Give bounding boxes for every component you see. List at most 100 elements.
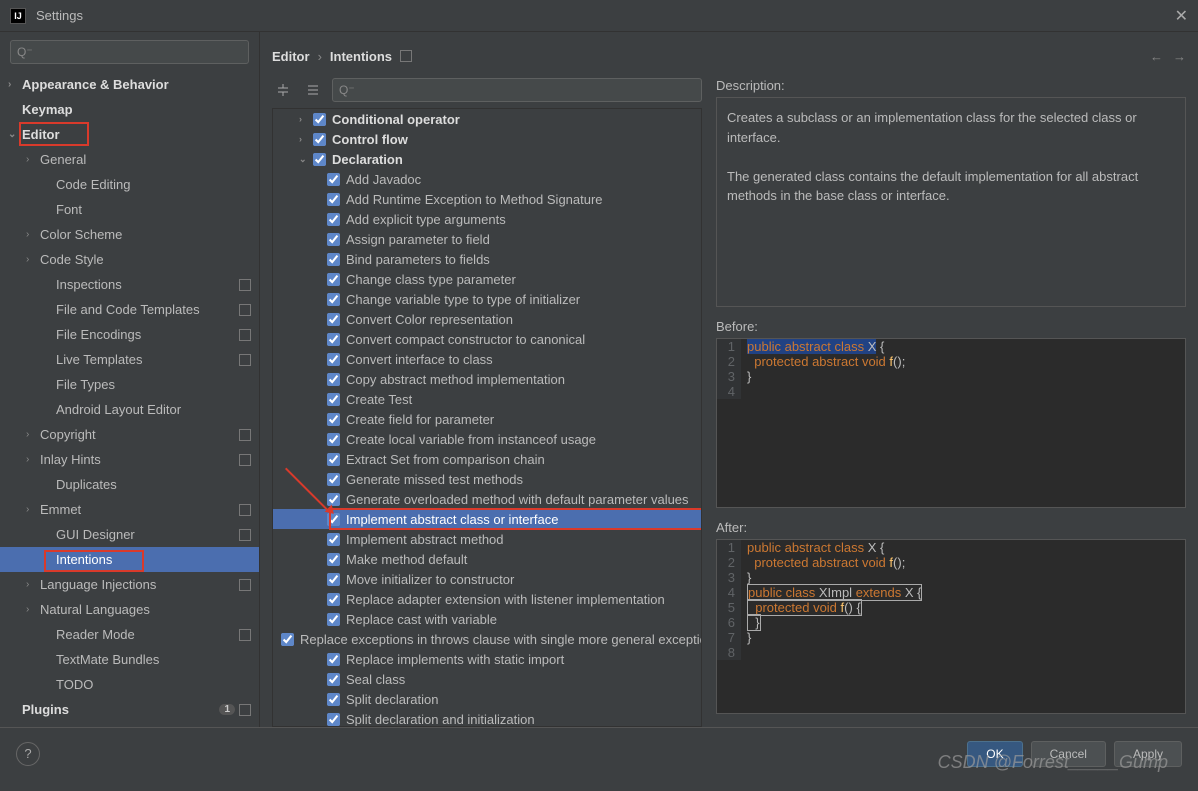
intention-checkbox[interactable] xyxy=(327,573,340,586)
intention-item[interactable]: Assign parameter to field xyxy=(273,229,701,249)
group-checkbox[interactable] xyxy=(313,133,326,146)
intention-item[interactable]: Implement abstract method xyxy=(273,529,701,549)
intention-item[interactable]: Change class type parameter xyxy=(273,269,701,289)
intention-checkbox[interactable] xyxy=(327,593,340,606)
intention-item[interactable]: Change variable type to type of initiali… xyxy=(273,289,701,309)
intention-checkbox[interactable] xyxy=(327,673,340,686)
intention-group[interactable]: ›Conditional operator xyxy=(273,109,701,129)
intention-checkbox[interactable] xyxy=(327,533,340,546)
intention-item[interactable]: Create field for parameter xyxy=(273,409,701,429)
intention-checkbox[interactable] xyxy=(327,693,340,706)
intention-group[interactable]: ⌄Declaration xyxy=(273,149,701,169)
intention-item[interactable]: Replace implements with static import xyxy=(273,649,701,669)
sidebar-item-intentions[interactable]: Intentions xyxy=(0,547,259,572)
intention-checkbox[interactable] xyxy=(327,453,340,466)
intention-item[interactable]: Split declaration and initialization xyxy=(273,709,701,727)
sidebar-item-todo[interactable]: TODO xyxy=(0,672,259,697)
intention-item[interactable]: Replace cast with variable xyxy=(273,609,701,629)
intention-item[interactable]: Convert interface to class xyxy=(273,349,701,369)
intention-checkbox[interactable] xyxy=(327,173,340,186)
close-icon[interactable]: ✕ xyxy=(1175,6,1188,26)
sidebar-item-file-encodings[interactable]: File Encodings xyxy=(0,322,259,347)
sidebar-item-inlay-hints[interactable]: ›Inlay Hints xyxy=(0,447,259,472)
sidebar-item-font[interactable]: Font xyxy=(0,197,259,222)
intention-checkbox[interactable] xyxy=(327,373,340,386)
sidebar-item-color-scheme[interactable]: ›Color Scheme xyxy=(0,222,259,247)
intention-item[interactable]: Replace exceptions in throws clause with… xyxy=(273,629,701,649)
intention-item[interactable]: Implement abstract class or interface xyxy=(273,509,701,529)
intention-item[interactable]: Generate overloaded method with default … xyxy=(273,489,701,509)
sidebar-item-file-types[interactable]: File Types xyxy=(0,372,259,397)
intention-item[interactable]: Move initializer to constructor xyxy=(273,569,701,589)
intention-item[interactable]: Make method default xyxy=(273,549,701,569)
settings-tree[interactable]: ›Appearance & BehaviorKeymap⌄Editor›Gene… xyxy=(0,72,259,727)
intention-checkbox[interactable] xyxy=(327,433,340,446)
sidebar-item-android-layout-editor[interactable]: Android Layout Editor xyxy=(0,397,259,422)
ok-button[interactable]: OK xyxy=(967,741,1022,767)
intention-group[interactable]: ›Control flow xyxy=(273,129,701,149)
intention-checkbox[interactable] xyxy=(327,273,340,286)
help-button[interactable]: ? xyxy=(16,742,40,766)
intention-checkbox[interactable] xyxy=(281,633,294,646)
intention-checkbox[interactable] xyxy=(327,613,340,626)
intention-checkbox[interactable] xyxy=(327,413,340,426)
back-icon[interactable]: ← xyxy=(1150,49,1163,64)
sidebar-item-language-injections[interactable]: ›Language Injections xyxy=(0,572,259,597)
sidebar-search-input[interactable] xyxy=(37,45,242,59)
sidebar-item-copyright[interactable]: ›Copyright xyxy=(0,422,259,447)
sidebar-item-emmet[interactable]: ›Emmet xyxy=(0,497,259,522)
intention-checkbox[interactable] xyxy=(327,333,340,346)
sidebar-item-inspections[interactable]: Inspections xyxy=(0,272,259,297)
intention-checkbox[interactable] xyxy=(327,493,340,506)
sidebar-search[interactable]: Q⁻ xyxy=(10,40,249,64)
intention-item[interactable]: Convert compact constructor to canonical xyxy=(273,329,701,349)
forward-icon[interactable]: → xyxy=(1173,49,1186,64)
intention-checkbox[interactable] xyxy=(327,353,340,366)
sidebar-item-textmate-bundles[interactable]: TextMate Bundles xyxy=(0,647,259,672)
collapse-all-icon[interactable] xyxy=(302,79,324,101)
intention-item[interactable]: Split declaration xyxy=(273,689,701,709)
intention-checkbox[interactable] xyxy=(327,313,340,326)
sidebar-item-general[interactable]: ›General xyxy=(0,147,259,172)
sidebar-item-natural-languages[interactable]: ›Natural Languages xyxy=(0,597,259,622)
crumb-intentions[interactable]: Intentions xyxy=(330,49,392,64)
apply-button[interactable]: Apply xyxy=(1114,741,1182,767)
intention-checkbox[interactable] xyxy=(327,293,340,306)
intention-item[interactable]: Generate missed test methods xyxy=(273,469,701,489)
intention-item[interactable]: Create local variable from instanceof us… xyxy=(273,429,701,449)
expand-all-icon[interactable] xyxy=(272,79,294,101)
intention-item[interactable]: Add explicit type arguments xyxy=(273,209,701,229)
sidebar-item-code-style[interactable]: ›Code Style xyxy=(0,247,259,272)
intention-checkbox[interactable] xyxy=(327,393,340,406)
sidebar-item-keymap[interactable]: Keymap xyxy=(0,97,259,122)
intention-checkbox[interactable] xyxy=(327,553,340,566)
sidebar-item-live-templates[interactable]: Live Templates xyxy=(0,347,259,372)
intention-item[interactable]: Convert Color representation xyxy=(273,309,701,329)
intention-checkbox[interactable] xyxy=(327,473,340,486)
intention-checkbox[interactable] xyxy=(327,233,340,246)
intention-item[interactable]: Extract Set from comparison chain xyxy=(273,449,701,469)
intentions-filter[interactable]: Q⁻ xyxy=(332,78,702,102)
intention-item[interactable]: Seal class xyxy=(273,669,701,689)
intention-checkbox[interactable] xyxy=(327,213,340,226)
sidebar-item-code-editing[interactable]: Code Editing xyxy=(0,172,259,197)
intentions-filter-input[interactable] xyxy=(359,83,695,97)
intention-item[interactable]: Replace adapter extension with listener … xyxy=(273,589,701,609)
intention-item[interactable]: Add Javadoc xyxy=(273,169,701,189)
intention-checkbox[interactable] xyxy=(327,193,340,206)
sidebar-item-reader-mode[interactable]: Reader Mode xyxy=(0,622,259,647)
sidebar-item-gui-designer[interactable]: GUI Designer xyxy=(0,522,259,547)
sidebar-item-version-control[interactable]: ›Version Control xyxy=(0,722,259,727)
cancel-button[interactable]: Cancel xyxy=(1031,741,1106,767)
scope-icon[interactable] xyxy=(400,50,412,62)
intention-item[interactable]: Create Test xyxy=(273,389,701,409)
intention-checkbox[interactable] xyxy=(327,713,340,726)
intention-item[interactable]: Copy abstract method implementation xyxy=(273,369,701,389)
sidebar-item-plugins[interactable]: Plugins1 xyxy=(0,697,259,722)
intention-checkbox[interactable] xyxy=(327,513,340,526)
intentions-tree[interactable]: ›Conditional operator›Control flow⌄Decla… xyxy=(272,108,702,727)
group-checkbox[interactable] xyxy=(313,153,326,166)
sidebar-item-editor[interactable]: ⌄Editor xyxy=(0,122,259,147)
group-checkbox[interactable] xyxy=(313,113,326,126)
intention-item[interactable]: Bind parameters to fields xyxy=(273,249,701,269)
